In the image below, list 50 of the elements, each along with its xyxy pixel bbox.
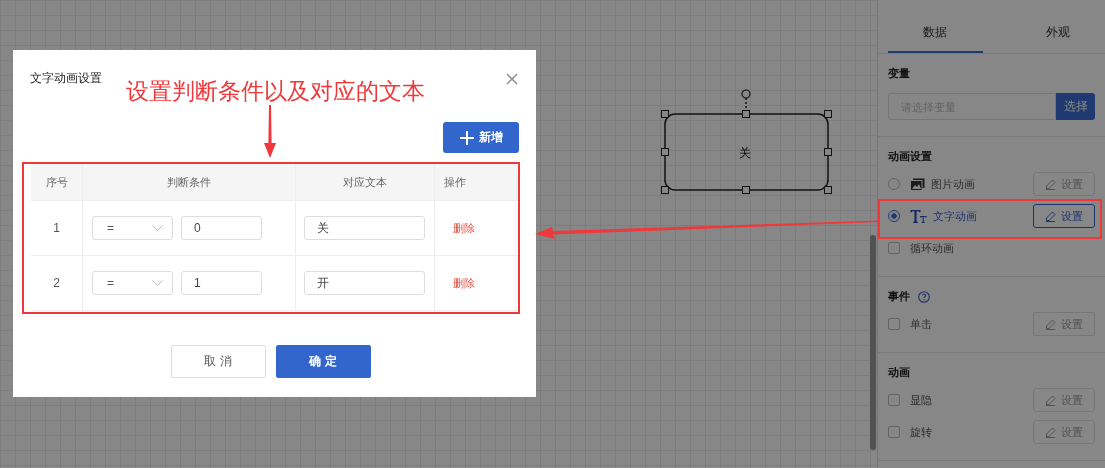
help-icon[interactable] bbox=[918, 290, 930, 303]
option-label: 循环动画 bbox=[910, 240, 955, 256]
section-title: 动画 bbox=[888, 365, 910, 380]
condition-value-field[interactable]: 1 bbox=[181, 271, 262, 295]
column-header: 判断条件 bbox=[83, 164, 296, 200]
settings-button[interactable]: 设置 bbox=[1033, 204, 1095, 228]
text-format-icon bbox=[910, 209, 927, 223]
option-label: 图片动画 bbox=[931, 176, 976, 192]
condition-value-field[interactable]: 0 bbox=[181, 216, 262, 240]
select-button[interactable]: 选择 bbox=[1056, 93, 1095, 120]
section-title: 事件 bbox=[888, 289, 910, 304]
annotation-arrow bbox=[262, 105, 278, 159]
operator-dropdown[interactable]: = bbox=[92, 216, 173, 240]
add-button[interactable]: 新增 bbox=[443, 122, 519, 153]
dialog-title: 文字动画设置 bbox=[30, 70, 102, 87]
annotation-text: 设置判断条件以及对应的文本 bbox=[126, 77, 425, 106]
pencil-icon bbox=[1045, 178, 1056, 190]
pencil-icon bbox=[1045, 210, 1056, 222]
radio-button[interactable] bbox=[888, 210, 900, 222]
close-icon[interactable] bbox=[506, 72, 518, 85]
column-header: 操作 bbox=[435, 164, 518, 200]
section-title: 变量 bbox=[888, 66, 911, 81]
section-title: 动画设置 bbox=[888, 149, 932, 164]
plus-icon bbox=[459, 130, 474, 145]
pencil-icon bbox=[1045, 318, 1056, 330]
option-label: 旋转 bbox=[910, 424, 933, 440]
cancel-button[interactable]: 取 消 bbox=[170, 345, 266, 378]
operator-dropdown[interactable]: = bbox=[92, 271, 173, 295]
shape-label: 关 bbox=[739, 145, 751, 162]
delete-link[interactable]: 删除 bbox=[453, 275, 475, 291]
table-cell: 1 bbox=[31, 200, 83, 255]
option-label: 单击 bbox=[910, 316, 933, 332]
text-value-field[interactable]: 开 bbox=[304, 271, 425, 295]
confirm-button[interactable]: 确 定 bbox=[275, 345, 371, 378]
image-icon bbox=[910, 177, 925, 191]
pencil-icon bbox=[1045, 426, 1056, 438]
chevron-down-icon bbox=[152, 279, 163, 287]
table-cell: 2 bbox=[31, 255, 83, 310]
column-header: 对应文本 bbox=[296, 164, 435, 200]
chevron-down-icon bbox=[152, 224, 163, 232]
scrollbar[interactable] bbox=[870, 235, 876, 450]
tab[interactable]: 数据 bbox=[888, 18, 983, 53]
text-value-field[interactable]: 关 bbox=[304, 216, 425, 240]
pencil-icon bbox=[1045, 394, 1056, 406]
checkbox[interactable] bbox=[888, 242, 900, 254]
delete-link[interactable]: 删除 bbox=[453, 220, 475, 236]
tab[interactable]: 外观 bbox=[1010, 18, 1105, 53]
option-label: 文字动画 bbox=[933, 208, 978, 224]
column-header: 序号 bbox=[31, 164, 83, 200]
option-label: 显隐 bbox=[910, 392, 933, 408]
